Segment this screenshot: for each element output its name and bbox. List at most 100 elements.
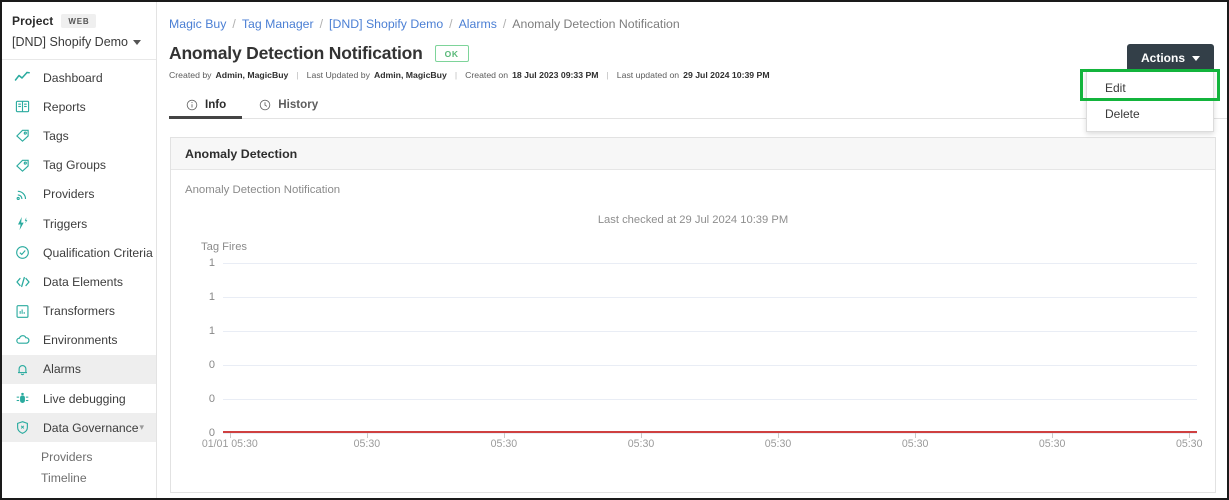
main-content: Magic Buy / Tag Manager / [DND] Shopify … (157, 0, 1229, 500)
chart-x-tick-label: 05:30 (1175, 438, 1203, 450)
book-icon (14, 98, 31, 115)
sidebar-item-transformers[interactable]: Transformers (0, 297, 156, 326)
chart-y-tick-label: 1 (208, 291, 215, 303)
chart-y-tick-label: 1 (208, 325, 215, 337)
line-chart-icon (14, 69, 31, 86)
sidebar-item-label: Triggers (43, 216, 88, 231)
chart-x-tick-label: 05:30 (490, 438, 518, 450)
project-selector[interactable]: [DND] Shopify Demo (12, 35, 144, 49)
info-circle-icon (185, 98, 198, 111)
breadcrumb-separator: / (232, 17, 236, 31)
sidebar-item-qualification-criteria[interactable]: Qualification Criteria (0, 238, 156, 267)
tab-bar: Info History (169, 91, 1229, 119)
sidebar-item-live-debugging[interactable]: Live debugging (0, 384, 156, 413)
sidebar-subitem-timeline[interactable]: Timeline (0, 471, 156, 487)
sidebar-item-providers[interactable]: Providers (0, 180, 156, 209)
chart-gridline (223, 331, 1197, 332)
chart-gridline (223, 433, 1197, 434)
breadcrumb-item-current: Anomaly Detection Notification (512, 17, 680, 31)
breadcrumb-item-magic-buy[interactable]: Magic Buy (169, 17, 226, 31)
chart-x-tick-label: 05:30 (1038, 438, 1066, 450)
project-name-label: [DND] Shopify Demo (12, 35, 129, 49)
chart-x-tick-label: 05:30 (901, 438, 929, 450)
breadcrumb-separator: / (449, 17, 453, 31)
created-on-value: 18 Jul 2023 09:33 PM (512, 70, 599, 80)
breadcrumb-item-tag-manager[interactable]: Tag Manager (242, 17, 314, 31)
card-body: Anomaly Detection Notification Last chec… (171, 170, 1215, 492)
anomaly-detection-card: Anomaly Detection Anomaly Detection Noti… (170, 137, 1216, 493)
metadata-row: Created by Admin, MagicBuy | Last Update… (157, 64, 1229, 80)
bolt-icon (14, 215, 31, 232)
application-window: Project WEB [DND] Shopify Demo Dashboard… (0, 0, 1229, 500)
transform-icon (14, 303, 31, 320)
last-updated-by-label: Last Updated by (306, 70, 370, 80)
sidebar-subitem-label: Timeline (41, 471, 87, 486)
sidebar-item-data-elements[interactable]: Data Elements (0, 267, 156, 296)
tags-icon (14, 157, 31, 174)
chevron-down-icon (133, 39, 142, 45)
meta-divider: | (454, 70, 458, 80)
sidebar-item-label: Alarms (43, 362, 81, 377)
last-updated-value: 29 Jul 2024 10:39 PM (683, 70, 770, 80)
tab-info[interactable]: Info (169, 98, 243, 119)
sidebar-item-label: Environments (43, 333, 118, 348)
sidebar-nav: Dashboard Reports Tags Tag Groups Provid… (0, 60, 156, 487)
chart-y-tick-label: 1 (208, 257, 215, 269)
sidebar-subitem-providers[interactable]: Providers (0, 442, 156, 471)
sidebar-item-label: Providers (43, 187, 95, 202)
breadcrumb-separator: / (319, 17, 324, 31)
breadcrumb-item-alarms[interactable]: Alarms (459, 17, 497, 31)
tag-fires-chart: Last checked at 29 Jul 2024 10:39 PM Tag… (185, 206, 1203, 466)
sidebar-item-label: Dashboard (43, 70, 103, 85)
check-circle-icon (14, 244, 31, 261)
chart-x-tick-label: 05:30 (764, 438, 792, 450)
actions-dropdown-menu: Edit Delete (1086, 70, 1214, 132)
tab-label: History (278, 98, 319, 111)
sidebar-item-tag-groups[interactable]: Tag Groups (0, 151, 156, 180)
sidebar-item-reports[interactable]: Reports (0, 92, 156, 121)
page-title: Anomaly Detection Notification (169, 43, 423, 63)
menu-item-edit[interactable]: Edit (1087, 75, 1213, 101)
chart-y-tick-label: 0 (208, 359, 215, 371)
last-updated-label: Last updated on (616, 70, 680, 80)
sidebar-item-label: Reports (43, 99, 86, 114)
bell-icon (14, 361, 31, 378)
status-badge: OK (434, 45, 469, 62)
chart-y-tick-label: 0 (208, 393, 215, 405)
created-by-value: Admin, MagicBuy (215, 70, 289, 80)
clock-icon (258, 98, 271, 111)
created-by-label: Created by (169, 70, 212, 80)
breadcrumb-separator: / (502, 17, 507, 31)
card-subtitle: Anomaly Detection Notification (185, 184, 341, 196)
bug-icon (14, 390, 31, 407)
chart-x-tick-label: 05:30 (627, 438, 655, 450)
code-icon (14, 273, 31, 290)
sidebar: Project WEB [DND] Shopify Demo Dashboard… (0, 0, 157, 500)
last-updated-by-value: Admin, MagicBuy (373, 70, 447, 80)
created-on-label: Created on (465, 70, 509, 80)
sidebar-item-tags[interactable]: Tags (0, 121, 156, 150)
chevron-down-icon: ▾ (139, 422, 144, 433)
sidebar-item-triggers[interactable]: Triggers (0, 209, 156, 238)
sidebar-item-environments[interactable]: Environments (0, 326, 156, 355)
cloud-icon (14, 332, 31, 349)
meta-divider: | (606, 70, 609, 80)
shield-icon (14, 419, 31, 436)
card-title: Anomaly Detection (171, 138, 1215, 170)
chart-y-axis-title: Tag Fires (201, 241, 248, 253)
sidebar-item-data-governance[interactable]: Data Governance ▾ (0, 413, 156, 443)
sidebar-item-label: Qualification Criteria (43, 245, 153, 260)
tab-history[interactable]: History (242, 98, 334, 118)
tab-label: Info (205, 98, 227, 111)
chart-gridline (223, 365, 1197, 366)
sidebar-item-alarms[interactable]: Alarms (0, 354, 156, 385)
actions-button[interactable]: Actions (1126, 44, 1214, 72)
breadcrumb-item-shopify-demo[interactable]: [DND] Shopify Demo (329, 17, 443, 31)
chart-series-line (223, 430, 1197, 433)
sidebar-item-label: Data Governance (43, 420, 139, 435)
menu-item-delete[interactable]: Delete (1087, 101, 1213, 127)
chart-gridline (223, 399, 1197, 400)
chart-plot-area: 111000 01/01 05:30 05:30 05:30 05:30 05:30 05… (202, 257, 1203, 450)
sidebar-item-dashboard[interactable]: Dashboard (0, 63, 156, 92)
breadcrumb: Magic Buy / Tag Manager / [DND] Shopify … (157, 0, 1229, 31)
